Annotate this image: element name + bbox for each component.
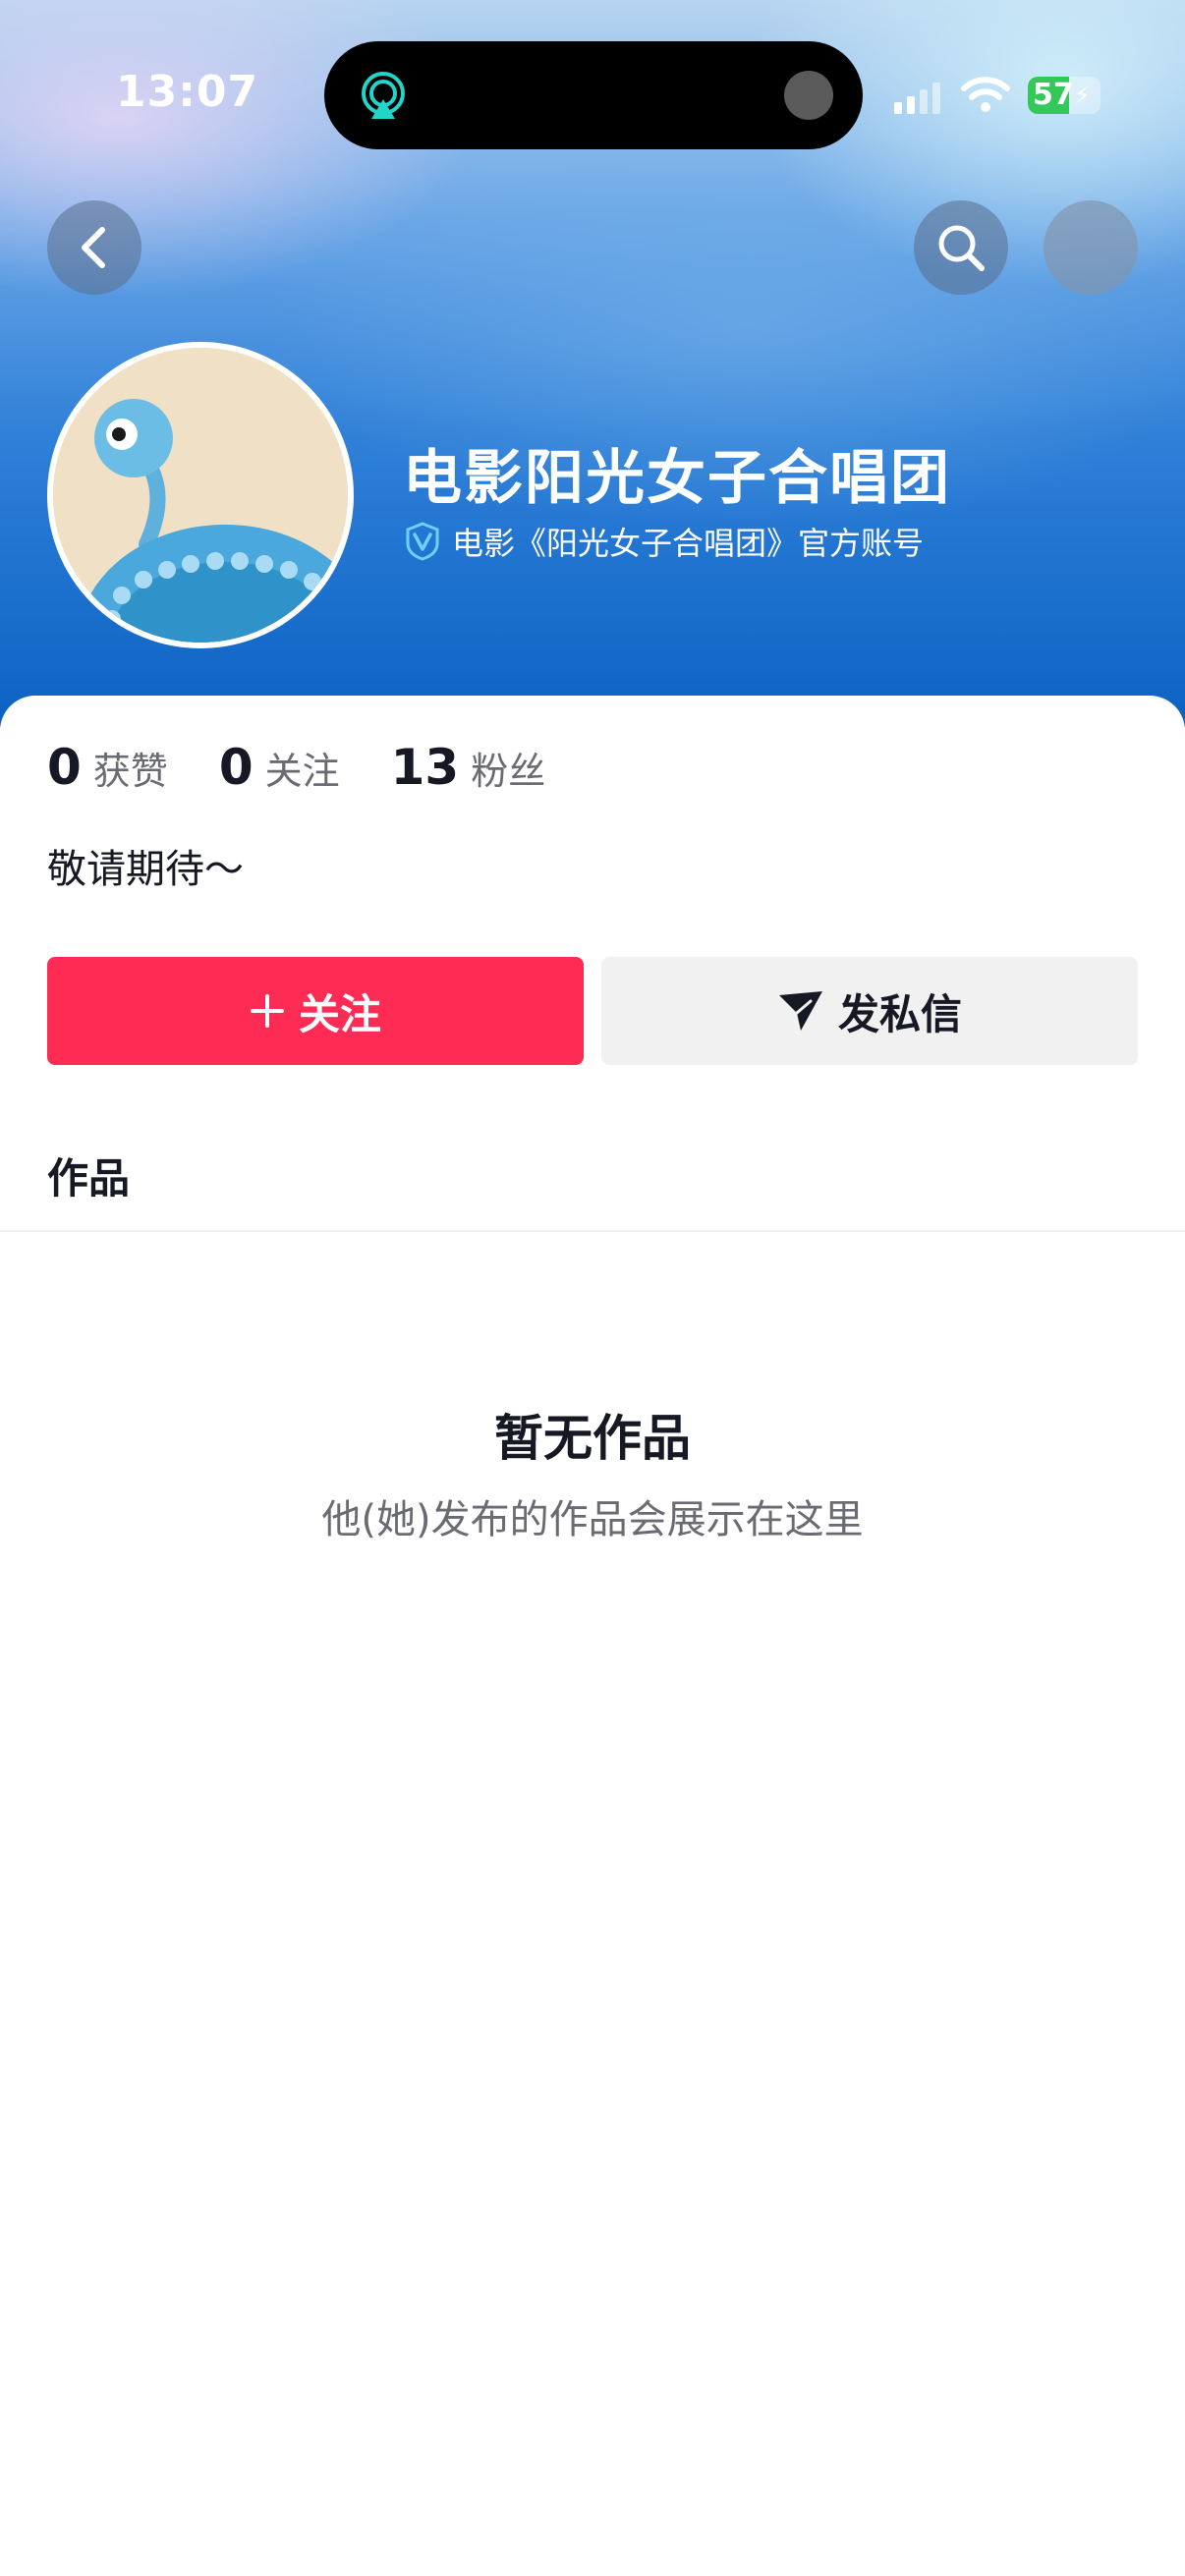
follow-button[interactable]: 关注 (47, 957, 584, 1065)
follow-button-label: 关注 (298, 989, 381, 1038)
empty-state-subtitle: 他(她)发布的作品会展示在这里 (321, 1497, 864, 1542)
verification-row: 电影《阳光女子合唱团》官方账号 (403, 519, 924, 564)
signal-icon (894, 83, 940, 114)
back-button[interactable] (47, 200, 141, 295)
battery-icon: 57 ⚡ (1028, 77, 1100, 114)
stat-following[interactable]: 0 关注 (219, 739, 340, 796)
profile-bio: 敬请期待～ (47, 847, 244, 892)
search-button[interactable] (914, 200, 1008, 295)
wifi-icon (961, 77, 1010, 112)
stat-label: 粉丝 (471, 750, 546, 793)
stats-row: 0 获赞 0 关注 13 粉丝 (47, 739, 596, 796)
stat-value: 0 (47, 739, 82, 796)
charging-bolt-icon: ⚡ (1074, 82, 1091, 109)
stat-label: 获赞 (92, 750, 168, 793)
more-button[interactable] (1044, 200, 1138, 295)
search-icon (938, 225, 985, 271)
stat-followers[interactable]: 13 粉丝 (391, 739, 546, 796)
profile-name: 电影阳光女子合唱团 (403, 444, 951, 513)
send-message-label: 发私信 (837, 989, 962, 1038)
tab-divider (0, 1230, 1185, 1232)
live-activity-icon (362, 72, 405, 119)
stat-label: 关注 (264, 750, 340, 793)
verification-text: 电影《阳光女子合唱团》官方账号 (452, 525, 925, 562)
back-chevron-icon (82, 227, 105, 268)
battery-percent: 57 (1033, 78, 1074, 112)
avatar[interactable] (47, 342, 354, 648)
send-message-button[interactable]: 发私信 (601, 957, 1138, 1065)
tab-works[interactable]: 作品 (47, 1146, 130, 1205)
dynamic-island (324, 41, 863, 149)
empty-state-title: 暂无作品 (494, 1410, 691, 1467)
stat-value: 13 (390, 739, 460, 796)
status-time: 13:07 (116, 67, 259, 117)
paper-plane-icon (778, 991, 822, 1031)
plus-icon (250, 994, 284, 1028)
stat-likes[interactable]: 0 获赞 (47, 739, 168, 796)
avatar-cartoon-image (53, 348, 348, 643)
verified-badge-icon (406, 522, 439, 561)
camera-dot (784, 71, 833, 120)
stat-value: 0 (218, 739, 254, 796)
